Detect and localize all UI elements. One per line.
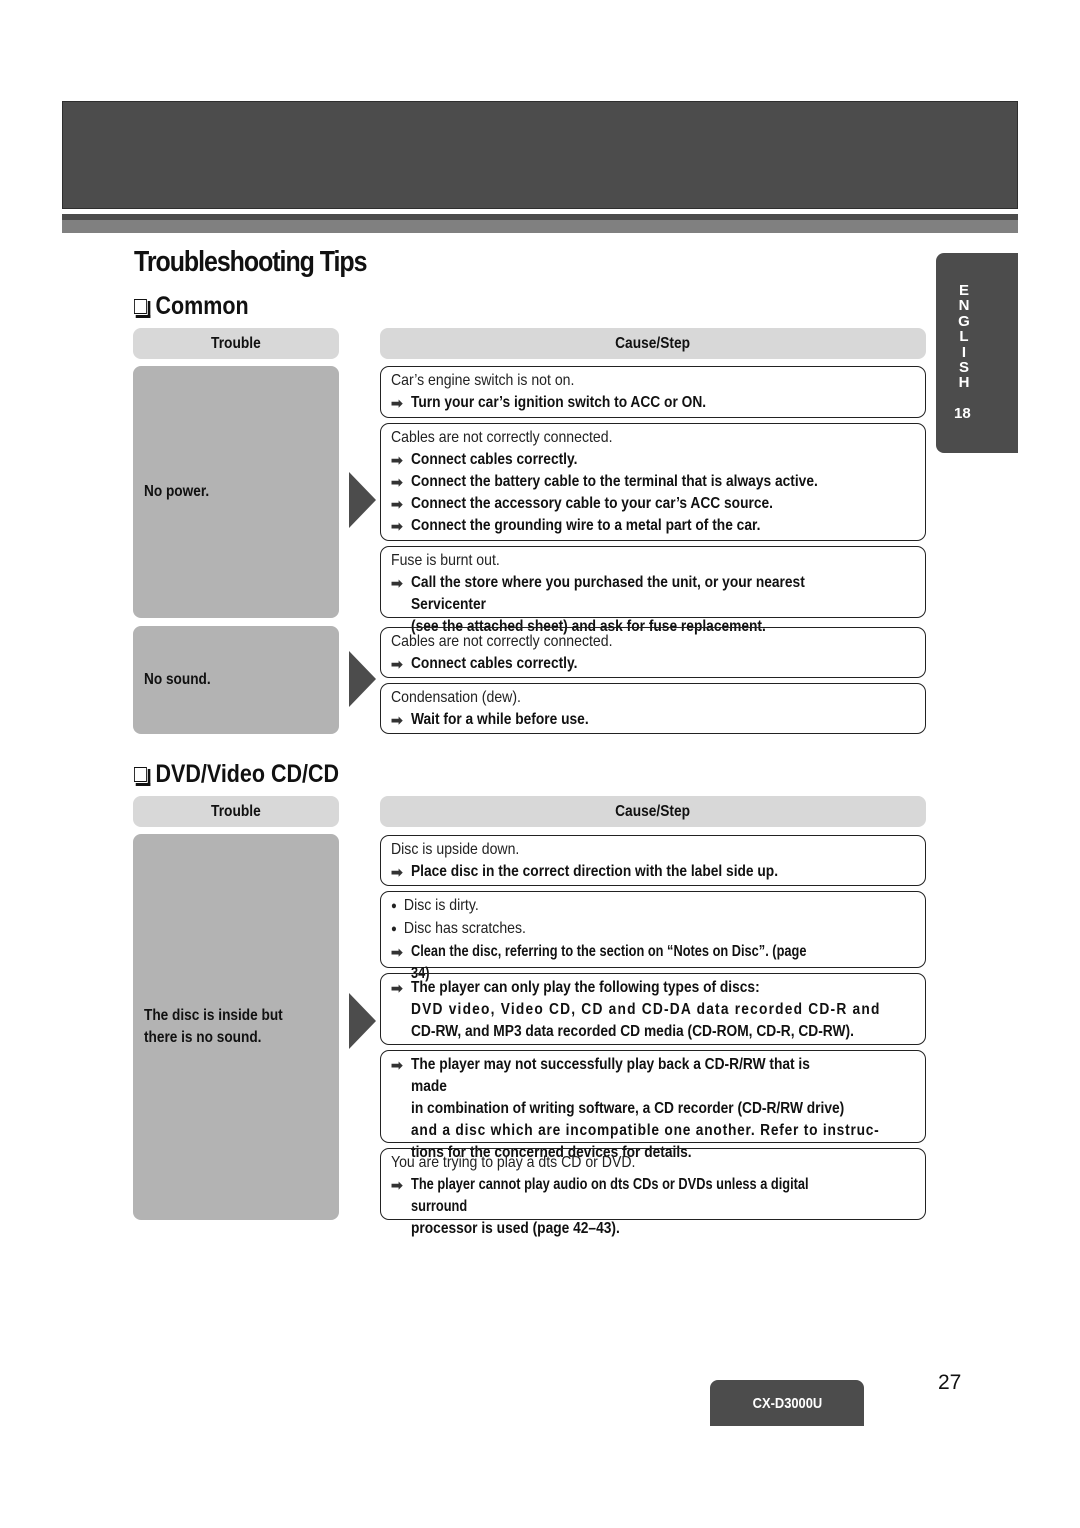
cause-box: Car’s engine switch is not on. ➡ Turn you… [380,366,926,418]
language-letters: E N G L I S H [958,282,970,392]
column-header-cause-step: Cause/Step [380,328,926,359]
arrow-right-icon: ➡ [391,864,403,880]
cause-box: ➡ The player may not successfully play ba… [380,1050,926,1161]
step-item: ➡ Connect the grounding wire to a metal p… [391,515,915,537]
bullet-item: Disc has scratches. [391,918,852,941]
trouble-no-sound: No sound. [133,626,339,734]
model-badge: CX-D3000U [710,1380,864,1426]
page-number: 27 [938,1371,962,1394]
arrow-right-icon: ➡ [391,980,403,996]
bullet-item: Disc is dirty. [391,895,852,918]
arrow-right-icon: ➡ [391,656,403,672]
trouble-no-power: No power. [133,366,339,618]
cause-box: You are trying to play a dts CD or DVD. … [380,1148,926,1237]
checkbox-square-icon [134,767,151,786]
arrow-right-icon: ➡ [391,1057,403,1073]
arrow-right-icon: ➡ [391,518,403,534]
step-item: ➡ Connect the accessory cable to your car… [391,493,915,515]
section-title-common: Common [134,292,249,321]
arrow-right-icon: ➡ [391,474,403,490]
step-item: ➡ Connect cables correctly. [391,653,915,675]
section-number: 18 [954,405,971,422]
cause-box: Condensation (dew). ➡ Wait for a while be… [380,683,926,734]
cause-box: Cables are not correctly connected. ➡ Con… [380,423,926,541]
arrow-right-icon: ➡ [391,395,403,411]
pointer-triangle-icon [349,472,376,528]
header-band [62,101,1018,209]
cause-box: Disc is upside down. ➡ Place disc in the … [380,835,926,886]
step-item: ➡ The player can only play the following … [391,977,915,999]
header-stripe [62,214,1018,233]
step-item: ➡ The player may not successfully play ba… [391,1054,915,1098]
arrow-right-icon: ➡ [391,575,403,591]
page-title: Troubleshooting Tips [134,246,367,278]
cause-box: Fuse is burnt out. ➡ Call the store where… [380,546,926,635]
step-item: ➡ Connect the battery cable to the termin… [391,471,915,493]
pointer-triangle-icon [349,651,376,707]
section-title-dvd-video-cd: DVD/Video CD/CD [134,760,339,789]
language-side-tab: E N G L I S H 18 [936,253,1018,453]
arrow-right-icon: ➡ [391,496,403,512]
arrow-right-icon: ➡ [391,452,403,468]
cause-box: ➡ The player can only play the following … [380,973,926,1045]
column-header-cause-step: Cause/Step [380,796,926,827]
step-item: ➡ Place disc in the correct direction wit… [391,861,915,883]
step-item: ➡ The player cannot play audio on dts CDs… [391,1174,915,1218]
checkbox-square-icon [134,299,151,318]
step-item: ➡ Wait for a while before use. [391,709,915,731]
cause-box: Disc is dirty. Disc has scratches. ➡Clea… [380,891,926,982]
pointer-triangle-icon [349,993,376,1049]
column-header-trouble: Trouble [133,328,339,359]
step-item: ➡ Call the store where you purchased the … [391,572,915,616]
arrow-right-icon: ➡ [391,1177,403,1193]
arrow-right-icon: ➡ [391,712,403,728]
step-item: ➡ Turn your car’s ignition switch to ACC … [391,392,915,414]
trouble-disc-no-sound: The disc is inside but there is no sound… [133,834,339,1220]
column-header-trouble: Trouble [133,796,339,827]
step-item: ➡ Connect cables correctly. [391,449,915,471]
cause-box: Cables are not correctly connected. ➡ Con… [380,627,926,678]
